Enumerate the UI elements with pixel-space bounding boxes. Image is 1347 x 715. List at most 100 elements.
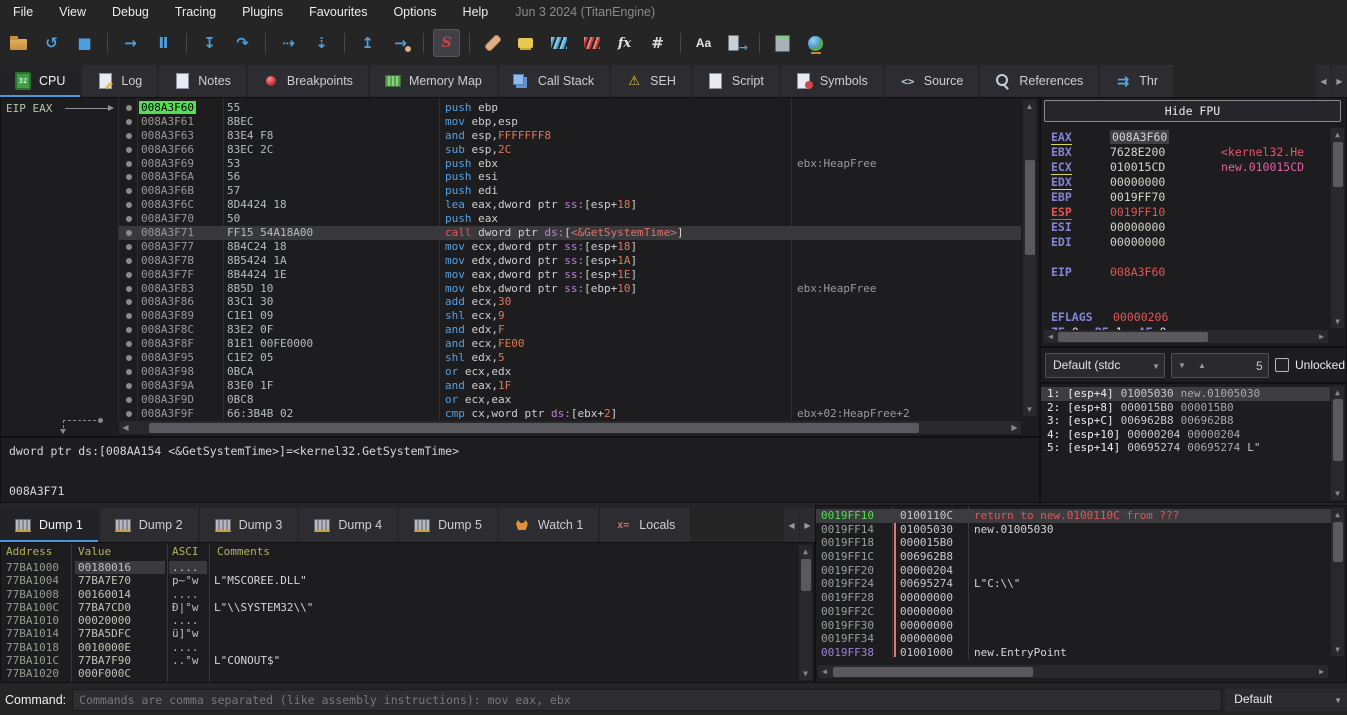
disasm-row[interactable]: 008A3F8C 83E2 0F and edx,F [119, 323, 1021, 337]
disasm-row[interactable]: 008A3F83 8B5D 10 mov ebx,dword ptr ss:[e… [119, 282, 1021, 296]
disasm-row[interactable]: 008A3F98 0BCA or ecx,edx [119, 365, 1021, 379]
scroll-thumb[interactable] [149, 423, 919, 433]
registers-vscrollbar[interactable]: ▲ ▼ [1331, 128, 1344, 328]
scroll-up-arrow[interactable]: ▲ [1331, 128, 1344, 141]
eflags-value[interactable]: 00000206 [1113, 310, 1168, 324]
restart-icon[interactable]: ↺ [38, 29, 65, 57]
disasm-hscrollbar[interactable]: ◀ ▶ [119, 421, 1021, 434]
Debug[interactable]: Debug [99, 2, 162, 22]
Plugins[interactable]: Plugins [229, 2, 296, 22]
scroll-down-arrow[interactable]: ▼ [1023, 403, 1036, 416]
register-row[interactable] [1051, 280, 1330, 295]
hide-fpu-button[interactable]: Hide FPU [1044, 100, 1341, 122]
calculator-icon[interactable] [769, 29, 796, 57]
dump-row[interactable]: 77BA1014 77BA5DFC ü]°w [1, 627, 798, 640]
breakpoint-dot[interactable] [126, 369, 132, 375]
scroll-thumb[interactable] [1333, 399, 1343, 461]
disasm-row[interactable]: 008A3F86 83C1 30 add ecx,30 [119, 295, 1021, 309]
tab-threads[interactable]: Thr [1100, 65, 1173, 97]
scroll-thumb[interactable] [1333, 522, 1343, 562]
argument-row[interactable]: 4:[esp+10]0000020400000204 [1041, 428, 1330, 442]
scroll-down-arrow[interactable]: ▼ [1331, 487, 1344, 500]
globe-icon[interactable] [802, 29, 829, 57]
scroll-down-arrow[interactable]: ▼ [1331, 643, 1344, 656]
stop-icon[interactable]: ■ [71, 29, 98, 57]
trace-over-icon[interactable]: ⇣ [308, 29, 335, 57]
breakpoint-dot[interactable] [126, 397, 132, 403]
dump-vscrollbar[interactable]: ▲ ▼ [799, 545, 812, 680]
tab-source[interactable]: Source [885, 65, 979, 97]
column-header-address[interactable]: Address [6, 545, 52, 558]
dump-tab-scroll-left[interactable]: ◀ [784, 508, 799, 542]
column-header-value[interactable]: Value [78, 545, 111, 558]
disasm-row[interactable]: 008A3F9F 66:3B4B 02 cmp cx,word ptr ds:[… [119, 407, 1021, 421]
stack-row[interactable]: 0019FF20 00000204 [816, 564, 1332, 578]
breakpoint-dot[interactable] [126, 299, 132, 305]
register-row[interactable]: EIP 008A3F60 [1051, 265, 1330, 280]
breakpoint-dot[interactable] [126, 258, 132, 264]
register-value[interactable]: 0019FF10 [1110, 205, 1165, 219]
breakpoint-dot[interactable] [126, 286, 132, 292]
disasm-row[interactable]: 008A3F71 FF15 54A18A00 call dword ptr ds… [119, 226, 1021, 240]
register-value[interactable]: 7628E200 [1110, 145, 1165, 159]
register-row[interactable]: EDX 00000000 [1051, 175, 1330, 190]
register-row[interactable] [1051, 250, 1330, 265]
dump-row[interactable]: 77BA1010 00020000 .... [1, 614, 798, 627]
disasm-row[interactable]: 008A3F8F 81E1 00FE0000 and ecx,FE00 [119, 337, 1021, 351]
argument-row[interactable]: 3:[esp+C]006962B8006962B8 [1041, 414, 1330, 428]
stack-pane[interactable]: 0019FF10 0100110C return to new.0100110C… [815, 505, 1347, 683]
tab-log[interactable]: Log [82, 65, 157, 97]
scroll-left-arrow[interactable]: ◀ [818, 665, 831, 678]
scroll-thumb[interactable] [1333, 142, 1343, 187]
dump-tab-scroll-right[interactable]: ▶ [800, 508, 815, 542]
register-row[interactable]: ESI 00000000 [1051, 220, 1330, 235]
register-value[interactable]: 00000000 [1110, 220, 1165, 234]
stack-vscrollbar[interactable]: ▲ ▼ [1331, 508, 1344, 656]
scroll-right-arrow[interactable]: ▶ [1315, 330, 1328, 343]
breakpoint-dot[interactable] [126, 313, 132, 319]
registers-hscrollbar[interactable]: ◀ ▶ [1044, 330, 1328, 343]
Favourites[interactable]: Favourites [296, 2, 380, 22]
eflags-row[interactable]: EFLAGS00000206 [1051, 310, 1168, 324]
device-icon[interactable] [723, 29, 750, 57]
scylla-icon[interactable]: S [433, 29, 460, 57]
stripes-blue-icon[interactable] [545, 29, 572, 57]
Tracing[interactable]: Tracing [162, 2, 229, 22]
tab-scroll-right[interactable]: ▶ [1332, 65, 1347, 97]
tab-memory-map[interactable]: Memory Map [370, 65, 497, 97]
Help[interactable]: Help [450, 2, 502, 22]
step-over-icon[interactable]: ↷ [229, 29, 256, 57]
register-row[interactable]: ECX 010015CD new.010015CD [1051, 160, 1330, 175]
tab-seh[interactable]: SEH [611, 65, 691, 97]
disasm-row[interactable]: 008A3F70 50 push eax [119, 212, 1021, 226]
scroll-up-arrow[interactable]: ▲ [1331, 508, 1344, 521]
breakpoint-dot[interactable] [126, 327, 132, 333]
argument-row[interactable]: 2:[esp+8]000015B0000015B0 [1041, 401, 1330, 415]
tab-locals[interactable]: Locals [600, 508, 690, 542]
stack-row[interactable]: 0019FF18 000015B0 [816, 536, 1332, 550]
convention-dropdown[interactable]: Default (stdc ▼ [1045, 353, 1165, 378]
breakpoint-dot[interactable] [126, 411, 132, 417]
register-row[interactable]: EDI 00000000 [1051, 235, 1330, 250]
stack-row[interactable]: 0019FF34 00000000 [816, 632, 1332, 646]
register-row[interactable]: ESP 0019FF10 [1051, 205, 1330, 220]
stack-row[interactable]: 0019FF38 01001000 new.EntryPoint [816, 646, 1332, 660]
tab-references[interactable]: References [980, 65, 1098, 97]
fx-icon[interactable]: fx [611, 29, 638, 57]
scroll-thumb[interactable] [1025, 160, 1035, 255]
disasm-row[interactable]: 008A3F6B 57 push edi [119, 184, 1021, 198]
scroll-down-arrow[interactable]: ▼ [1331, 315, 1344, 328]
execute-till-return-icon[interactable]: ↥ [354, 29, 381, 57]
scroll-left-arrow[interactable]: ◀ [1044, 330, 1057, 343]
disasm-row[interactable]: 008A3F7B 8B5424 1A mov edx,dword ptr ss:… [119, 254, 1021, 268]
tab-symbols[interactable]: Symbols [781, 65, 883, 97]
dump-row[interactable]: 77BA1020 000F000C [1, 667, 798, 680]
Options[interactable]: Options [380, 2, 449, 22]
register-row[interactable]: EBP 0019FF70 [1051, 190, 1330, 205]
breakpoint-dot[interactable] [126, 216, 132, 222]
scroll-left-arrow[interactable]: ◀ [119, 421, 132, 434]
column-header-comments[interactable]: Comments [217, 545, 270, 558]
arguments-vscrollbar[interactable]: ▲ ▼ [1331, 386, 1344, 500]
breakpoint-dot[interactable] [126, 202, 132, 208]
breakpoint-dot[interactable] [126, 161, 132, 167]
